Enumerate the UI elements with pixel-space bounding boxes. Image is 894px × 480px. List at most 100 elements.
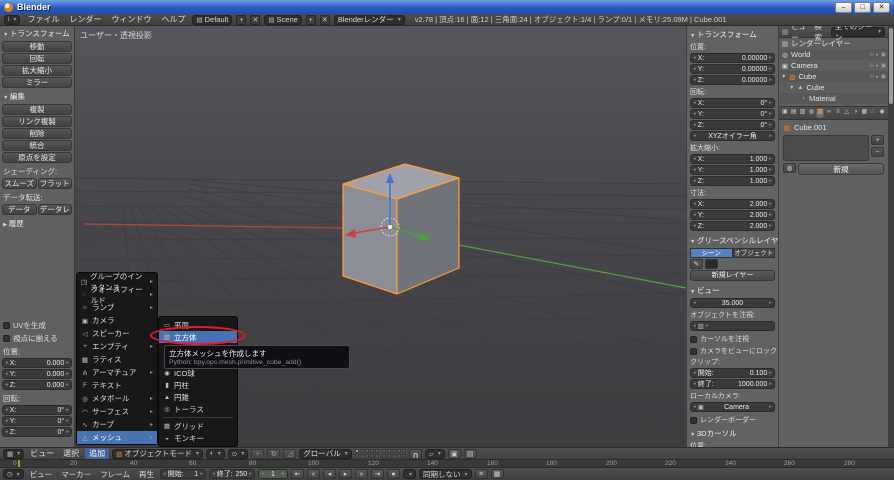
- menu-item-camera[interactable]: ▣カメラ: [77, 314, 157, 327]
- grease-pencil-source-toggle[interactable]: シーン オブジェクト: [690, 248, 775, 258]
- timeline-menu-frame[interactable]: フレーム: [97, 469, 133, 480]
- outliner-row-world[interactable]: ◍ World ⊙▸▣: [779, 49, 888, 60]
- menu-item-cube[interactable]: ▧立方体: [159, 331, 237, 343]
- scale-y-field[interactable]: Y:1.000: [690, 165, 775, 175]
- play-reverse-button[interactable]: ◂: [323, 469, 336, 479]
- scene-delete-button[interactable]: ✕: [320, 15, 330, 25]
- gp-color-swatch[interactable]: [705, 259, 718, 269]
- tab-render[interactable]: ▣: [781, 108, 789, 118]
- jump-to-start-button[interactable]: ⇤: [291, 469, 304, 479]
- set-origin-dropdown[interactable]: 原点を設定: [2, 152, 72, 163]
- redo-rotation-z[interactable]: Z:0°: [2, 427, 72, 437]
- 3d-cursor-panel-header[interactable]: 3Dカーソル: [687, 425, 778, 440]
- dimensions-z-field[interactable]: Z:2.000: [690, 221, 775, 231]
- menu-item-plane[interactable]: ▭平面: [159, 319, 237, 331]
- browse-material-icon[interactable]: ◍: [783, 163, 796, 173]
- timeline-menu-view[interactable]: ビュー: [27, 469, 56, 480]
- new-gp-layer-button[interactable]: 新規レイヤー: [690, 270, 775, 281]
- tab-physics[interactable]: ◉: [878, 108, 886, 118]
- clip-start-field[interactable]: 開始:0.100: [690, 368, 775, 378]
- scene-add-button[interactable]: +: [306, 15, 316, 25]
- timeline-menu-marker[interactable]: マーカー: [58, 469, 94, 480]
- tab-modifiers[interactable]: ≡: [834, 108, 842, 118]
- play-button[interactable]: ▸: [339, 469, 352, 479]
- menu-item-cone[interactable]: ▲円錐: [159, 391, 237, 403]
- frame-end-field[interactable]: 終了:250: [209, 469, 255, 479]
- location-y-field[interactable]: Y:0.00000: [690, 64, 775, 74]
- scene-selector[interactable]: ▤ Scene: [264, 15, 301, 25]
- join-button[interactable]: 統合: [2, 140, 72, 151]
- scale-button[interactable]: 拡大縮小: [2, 65, 72, 76]
- expand-triangle-icon[interactable]: ▼: [781, 74, 786, 80]
- menu-item-text[interactable]: Fテキスト: [77, 379, 157, 392]
- tab-data[interactable]: △: [843, 108, 851, 118]
- tab-world[interactable]: ◍: [807, 108, 815, 118]
- scale-z-field[interactable]: Z:1.000: [690, 176, 775, 186]
- pivot-dropdown[interactable]: ⊙: [228, 449, 248, 459]
- next-keyframe-button[interactable]: »: [355, 469, 368, 479]
- view-panel-header[interactable]: ビュー: [687, 282, 778, 297]
- delete-button[interactable]: 削除: [2, 128, 72, 139]
- timeline-option-icon-1[interactable]: ≡: [475, 469, 488, 479]
- location-x-field[interactable]: X:0.00000: [690, 53, 775, 63]
- new-button[interactable]: 新規: [798, 163, 884, 175]
- scale-x-field[interactable]: X:1.000: [690, 154, 775, 164]
- render-engine-selector[interactable]: Blenderレンダー: [334, 15, 405, 25]
- translate-button[interactable]: 移動: [2, 41, 72, 52]
- outliner-scope-dropdown[interactable]: 全てのシーン: [831, 27, 885, 37]
- timeline-ruler[interactable]: 0 20 40 60 80 100 120 140 160 180 200 22…: [0, 459, 894, 467]
- lock-camera-to-view-checkbox[interactable]: [690, 348, 697, 355]
- prev-keyframe-button[interactable]: «: [307, 469, 320, 479]
- gp-scene-toggle[interactable]: シーン: [690, 248, 733, 258]
- mirror-button[interactable]: ミラー: [2, 77, 72, 88]
- data-layout-transfer-button[interactable]: データレ: [38, 204, 73, 215]
- shade-smooth-button[interactable]: スムーズ: [2, 178, 37, 189]
- panel-history-header[interactable]: 履歴: [0, 216, 74, 230]
- menu-file[interactable]: ファイル: [24, 14, 62, 25]
- menu-item-grid[interactable]: ▦グリッド: [159, 420, 237, 432]
- av-sync-dropdown[interactable]: 同期しない: [419, 469, 472, 479]
- tab-material[interactable]: ◑: [852, 108, 860, 118]
- manipulator-scale-toggle[interactable]: ◿: [283, 449, 296, 459]
- orientation-dropdown[interactable]: グローバル: [299, 449, 351, 459]
- panel-edit-header[interactable]: 編集: [0, 89, 74, 103]
- redo-rotation-x[interactable]: X:0°: [2, 405, 72, 415]
- right-scrollbar[interactable]: [888, 26, 894, 447]
- timeline-option-icon-2[interactable]: ▦: [491, 469, 504, 479]
- data-transfer-button[interactable]: データ: [2, 204, 37, 215]
- editor-type-info[interactable]: i: [4, 15, 20, 25]
- add-menu-button[interactable]: 追加: [85, 448, 109, 459]
- tab-object[interactable]: ▧: [816, 108, 824, 118]
- manipulator-rotate-toggle[interactable]: ↻: [267, 449, 280, 459]
- outliner-row-material[interactable]: ◑ Material: [779, 93, 888, 104]
- dimensions-y-field[interactable]: Y:2.000: [690, 210, 775, 220]
- timeline-menu-playback[interactable]: 再生: [136, 469, 157, 480]
- screen-delete-button[interactable]: ✕: [250, 15, 260, 25]
- gp-object-toggle[interactable]: オブジェクト: [733, 248, 776, 258]
- menu-item-force-field[interactable]: ◌フォースフィールド▸: [77, 288, 157, 301]
- location-z-field[interactable]: Z:0.00000: [690, 75, 775, 85]
- redo-rotation-y[interactable]: Y:0°: [2, 416, 72, 426]
- grease-pencil-panel-header[interactable]: グリースペンシルレイヤー: [687, 232, 778, 247]
- render-border-checkbox[interactable]: [690, 417, 697, 424]
- opengl-render-anim-button[interactable]: ▤: [464, 449, 477, 459]
- menu-render[interactable]: レンダー: [66, 14, 104, 25]
- menu-item-metaball[interactable]: ◎メタボール▸: [77, 392, 157, 405]
- keying-set-dropdown[interactable]: [403, 469, 416, 479]
- screen-add-button[interactable]: +: [236, 15, 246, 25]
- menu-item-monkey[interactable]: ◒モンキー: [159, 432, 237, 444]
- view-menu[interactable]: ビュー: [27, 448, 57, 459]
- expand-triangle-icon[interactable]: ▼: [789, 85, 794, 91]
- menu-window[interactable]: ウィンドウ: [108, 14, 154, 25]
- mode-dropdown[interactable]: ▧ オブジェクトモード: [112, 449, 203, 459]
- rotate-button[interactable]: 回転: [2, 53, 72, 64]
- lock-object-field[interactable]: ▧: [690, 321, 775, 331]
- layer-buttons-right[interactable]: [382, 449, 406, 458]
- opengl-render-button[interactable]: ▣: [448, 449, 461, 459]
- clip-end-field[interactable]: 終了:1000.000: [690, 379, 775, 389]
- maximize-button[interactable]: □: [854, 2, 871, 13]
- tab-constraints[interactable]: ∞: [825, 108, 833, 118]
- auto-keyframe-button[interactable]: ●: [387, 469, 400, 479]
- menu-help[interactable]: ヘルプ: [158, 14, 188, 25]
- rotation-z-field[interactable]: Z:0°: [690, 120, 775, 130]
